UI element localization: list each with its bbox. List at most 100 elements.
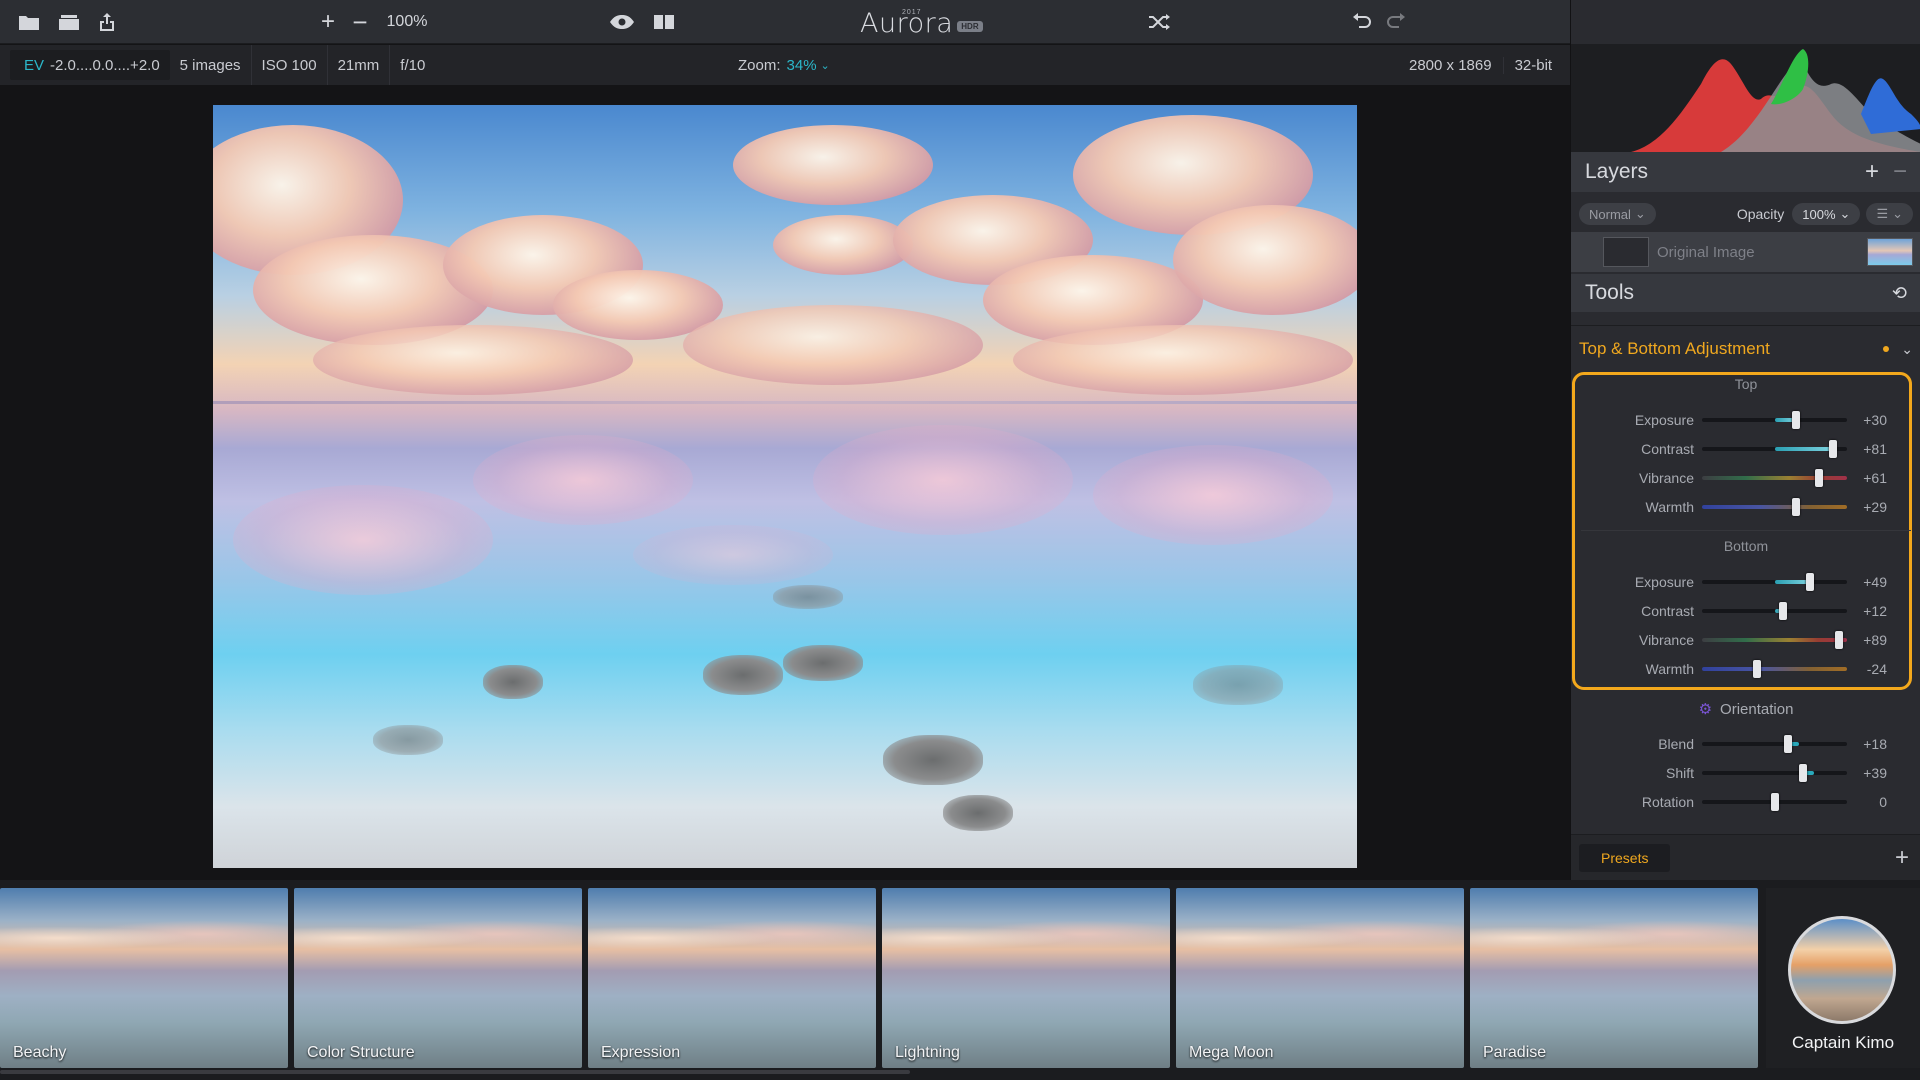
- slider-track-contrast[interactable]: [1702, 602, 1847, 620]
- tools-title: Tools: [1585, 281, 1635, 304]
- focal-length: 21mm: [328, 45, 391, 85]
- preset-label: Paradise: [1483, 1044, 1547, 1061]
- slider-track-rotation[interactable]: [1702, 793, 1847, 811]
- folder-icon[interactable]: [16, 0, 42, 44]
- blend-mode-value: Normal: [1589, 206, 1631, 222]
- slider-thumb[interactable]: [1829, 440, 1838, 458]
- layer-mask-thumbnail: [1603, 237, 1649, 267]
- ev-values: -2.0....0.0....+2.0: [50, 56, 160, 74]
- hdr-photo[interactable]: [213, 105, 1357, 868]
- aperture: f/10: [400, 56, 426, 74]
- tool-title[interactable]: Top & Bottom Adjustment ⌄: [1571, 328, 1920, 370]
- slider-track-vibrance[interactable]: [1702, 631, 1847, 649]
- preset-thumbnail[interactable]: Expression: [588, 888, 876, 1068]
- share-icon[interactable]: [96, 0, 118, 44]
- ev-label: EV: [24, 56, 45, 74]
- undo-icon[interactable]: [1350, 0, 1374, 44]
- remove-layer-icon[interactable]: −: [1893, 158, 1907, 186]
- image-dimensions: 2800 x 1869 32-bit: [1398, 45, 1563, 85]
- zoom-percent[interactable]: 100%: [382, 0, 432, 44]
- zoom-dropdown[interactable]: Zoom: 34% ⌄: [738, 45, 830, 85]
- orientation-label: Orientation: [1720, 700, 1794, 718]
- filmstrip-scrollbar[interactable]: [0, 1070, 910, 1074]
- slider-value: -24: [1866, 661, 1887, 677]
- eye-icon[interactable]: [608, 0, 636, 44]
- slider-track-warmth[interactable]: [1702, 498, 1847, 516]
- split-view-icon[interactable]: [652, 0, 676, 44]
- preset-thumbnail[interactable]: Mega Moon: [1176, 888, 1464, 1068]
- slider-track-blend[interactable]: [1702, 735, 1847, 753]
- slider-label: Rotation: [1641, 794, 1694, 810]
- slider-track-contrast[interactable]: [1702, 440, 1847, 458]
- zoom-out-icon[interactable]: −: [350, 0, 370, 44]
- slider-value: +61: [1863, 470, 1887, 486]
- chevron-down-icon[interactable]: ⌄: [1901, 341, 1913, 358]
- active-preset[interactable]: Captain Kimo: [1766, 888, 1920, 1068]
- add-preset-icon[interactable]: +: [1895, 844, 1909, 872]
- preset-thumbnail[interactable]: Color Structure: [294, 888, 582, 1068]
- slider-thumb[interactable]: [1806, 573, 1815, 591]
- blend-mode-select[interactable]: Normal ⌄: [1579, 203, 1656, 225]
- slider-label: Exposure: [1634, 412, 1694, 428]
- slider-thumb[interactable]: [1835, 631, 1844, 649]
- slider-thumb[interactable]: [1783, 735, 1792, 753]
- preset-thumbnail[interactable]: Beachy: [0, 888, 288, 1068]
- presets-tab[interactable]: Presets: [1579, 843, 1671, 872]
- slider-value: 0: [1879, 794, 1887, 810]
- histogram: [1571, 44, 1920, 152]
- redo-icon[interactable]: [1384, 0, 1408, 44]
- layers-stack-icon[interactable]: [56, 0, 82, 44]
- slider-row-vibrance: Vibrance +89: [1571, 626, 1920, 654]
- chevron-down-icon: ⌄: [1892, 206, 1903, 221]
- zoom-value: 34%: [786, 56, 817, 74]
- slider-track-vibrance[interactable]: [1702, 469, 1847, 487]
- logo-year: 2017: [902, 9, 922, 16]
- zoom-in-icon[interactable]: +: [316, 0, 340, 44]
- layer-item[interactable]: Original Image: [1571, 232, 1920, 272]
- slider-row-warmth: Warmth -24: [1571, 655, 1920, 683]
- slider-thumb[interactable]: [1753, 660, 1762, 678]
- preset-thumbnail[interactable]: Paradise: [1470, 888, 1758, 1068]
- slider-row-exposure: Exposure +30: [1571, 406, 1920, 434]
- slider-row-rotation: Rotation 0: [1571, 788, 1920, 816]
- orientation-header: ⚙ Orientation: [1571, 696, 1920, 722]
- slider-track-shift[interactable]: [1702, 764, 1847, 782]
- add-layer-icon[interactable]: +: [1865, 158, 1879, 186]
- slider-track-warmth[interactable]: [1702, 660, 1847, 678]
- slider-thumb[interactable]: [1814, 469, 1823, 487]
- slider-value: +29: [1863, 499, 1887, 515]
- slider-thumb[interactable]: [1792, 411, 1801, 429]
- slider-thumb[interactable]: [1779, 602, 1788, 620]
- slider-label: Vibrance: [1638, 632, 1694, 648]
- slider-row-vibrance: Vibrance +61: [1571, 464, 1920, 492]
- layers-title: Layers: [1585, 160, 1649, 183]
- slider-track-exposure[interactable]: [1702, 573, 1847, 591]
- opacity-select[interactable]: 100% ⌄: [1792, 203, 1861, 225]
- slider-value: +39: [1863, 765, 1887, 781]
- preset-label: Expression: [601, 1044, 681, 1061]
- reset-icon[interactable]: ⟲: [1892, 283, 1907, 304]
- layer-menu-button[interactable]: ☰ ⌄: [1866, 203, 1913, 225]
- slider-thumb[interactable]: [1770, 793, 1779, 811]
- presets-bar: Presets +: [1571, 834, 1920, 880]
- slider-fill: [1702, 476, 1847, 480]
- slider-thumb[interactable]: [1791, 498, 1800, 516]
- bit-depth: 32-bit: [1502, 56, 1564, 74]
- image-canvas[interactable]: [0, 85, 1570, 880]
- shuffle-icon[interactable]: [1147, 0, 1171, 44]
- slider-value: +89: [1863, 632, 1887, 648]
- list-icon: ☰: [1876, 206, 1889, 221]
- slider-row-warmth: Warmth +29: [1571, 493, 1920, 521]
- slider-track-exposure[interactable]: [1702, 411, 1847, 429]
- slider-row-exposure: Exposure +49: [1571, 568, 1920, 596]
- slider-row-contrast: Contrast +81: [1571, 435, 1920, 463]
- slider-thumb[interactable]: [1798, 764, 1807, 782]
- chevron-down-icon: ⌄: [820, 59, 830, 72]
- preset-thumbnail[interactable]: Lightning: [882, 888, 1170, 1068]
- layer-name: Original Image: [1657, 243, 1755, 261]
- opacity-value: 100%: [1802, 206, 1836, 222]
- slider-label: Warmth: [1645, 661, 1694, 677]
- ev-range: EV -2.0....0.0....+2.0: [10, 50, 170, 80]
- active-preset-thumbnail: [1788, 916, 1896, 1024]
- opacity-label: Opacity: [1736, 206, 1785, 222]
